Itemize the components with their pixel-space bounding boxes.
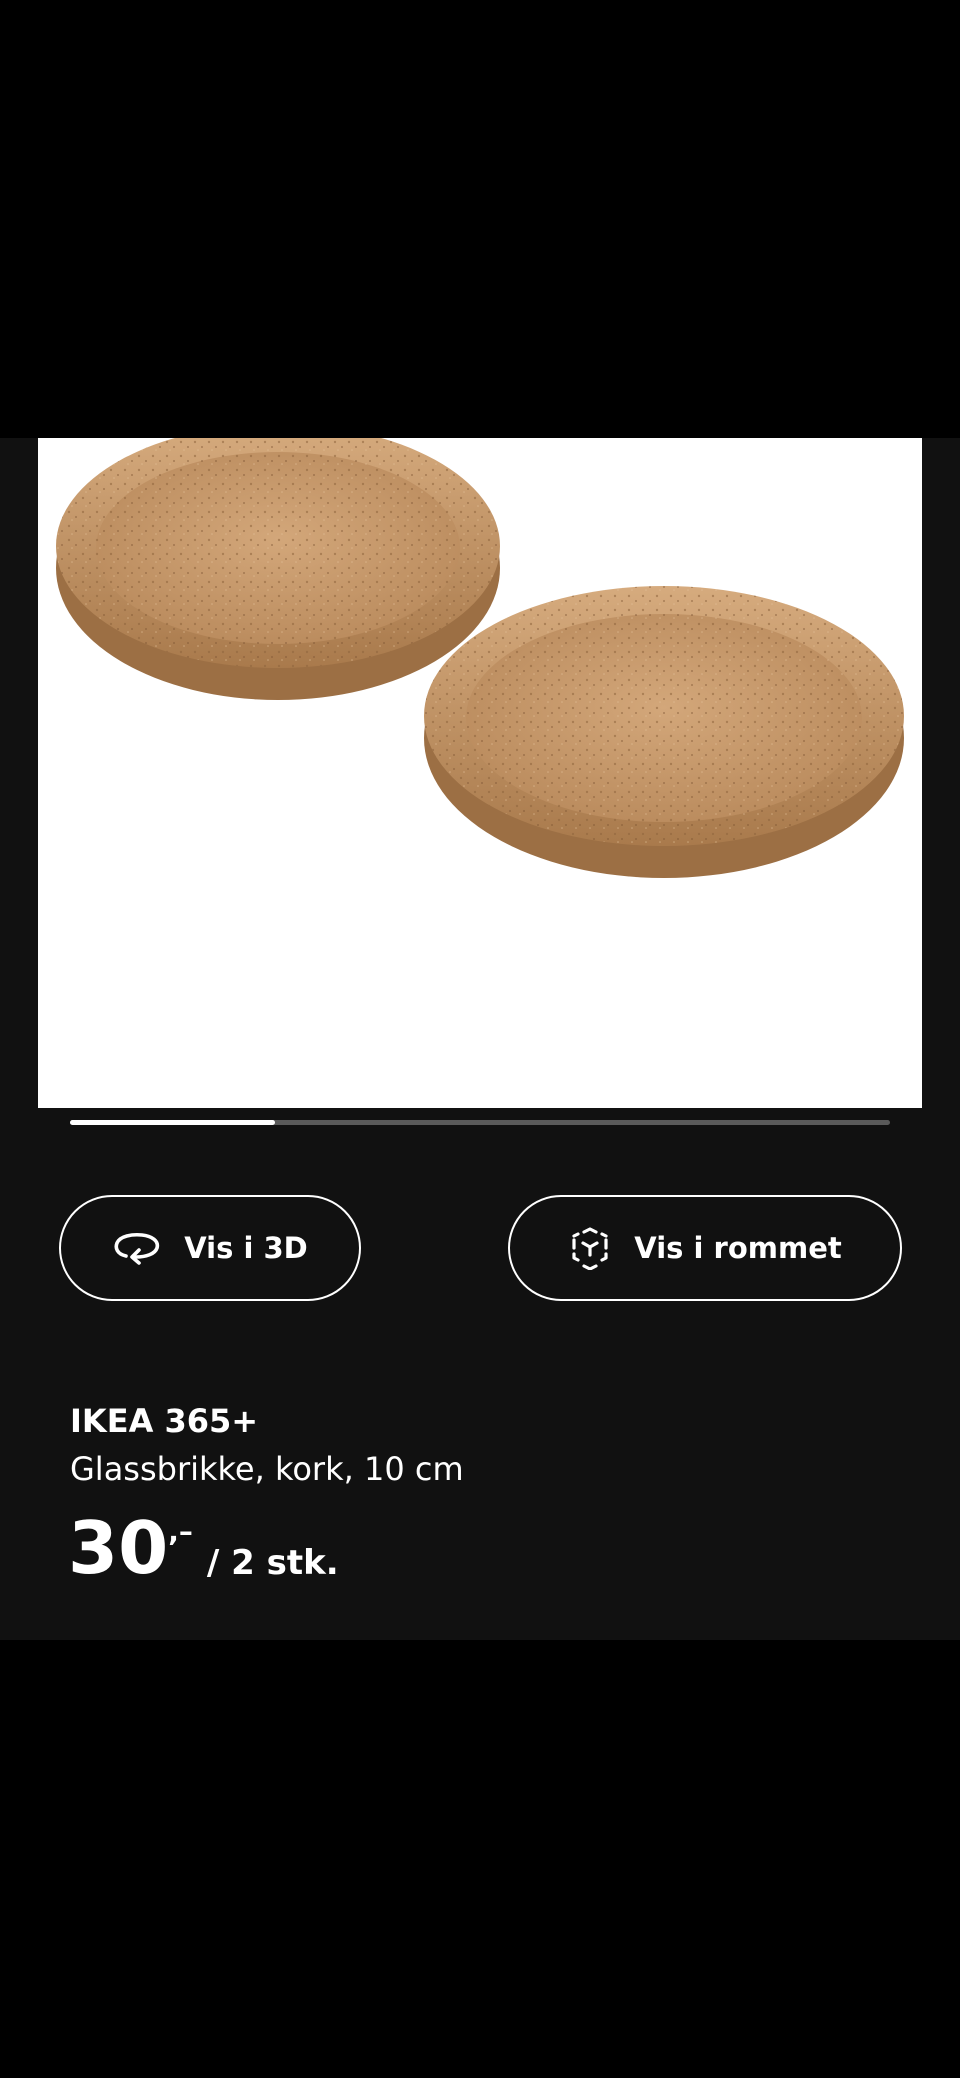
product-price: 30 ,– / 2 stk. bbox=[68, 1512, 339, 1584]
ar-cube-icon bbox=[568, 1226, 612, 1270]
view-in-room-label: Vis i rommet bbox=[634, 1231, 842, 1265]
coaster-left bbox=[56, 438, 500, 700]
product-description: Glassbrikke, kork, 10 cm bbox=[70, 1450, 464, 1488]
view-in-3d-label: Vis i 3D bbox=[184, 1231, 308, 1265]
image-carousel-progress[interactable] bbox=[70, 1120, 890, 1125]
product-brand: IKEA 365+ bbox=[70, 1402, 259, 1440]
top-letterbox bbox=[0, 0, 960, 438]
coaster-right bbox=[424, 586, 904, 878]
price-decimal: ,– bbox=[168, 1515, 193, 1548]
carousel-progress-fill bbox=[70, 1120, 275, 1125]
price-integer: 30 bbox=[68, 1506, 169, 1590]
product-image[interactable] bbox=[38, 438, 922, 1108]
price-unit: / 2 stk. bbox=[206, 1543, 339, 1583]
cork-coasters-illustration bbox=[56, 438, 904, 878]
view-in-room-button[interactable]: Vis i rommet bbox=[508, 1195, 902, 1301]
view-in-3d-button[interactable]: Vis i 3D bbox=[59, 1195, 361, 1301]
bottom-letterbox bbox=[0, 1640, 960, 2078]
rotate-3d-icon bbox=[112, 1231, 162, 1265]
